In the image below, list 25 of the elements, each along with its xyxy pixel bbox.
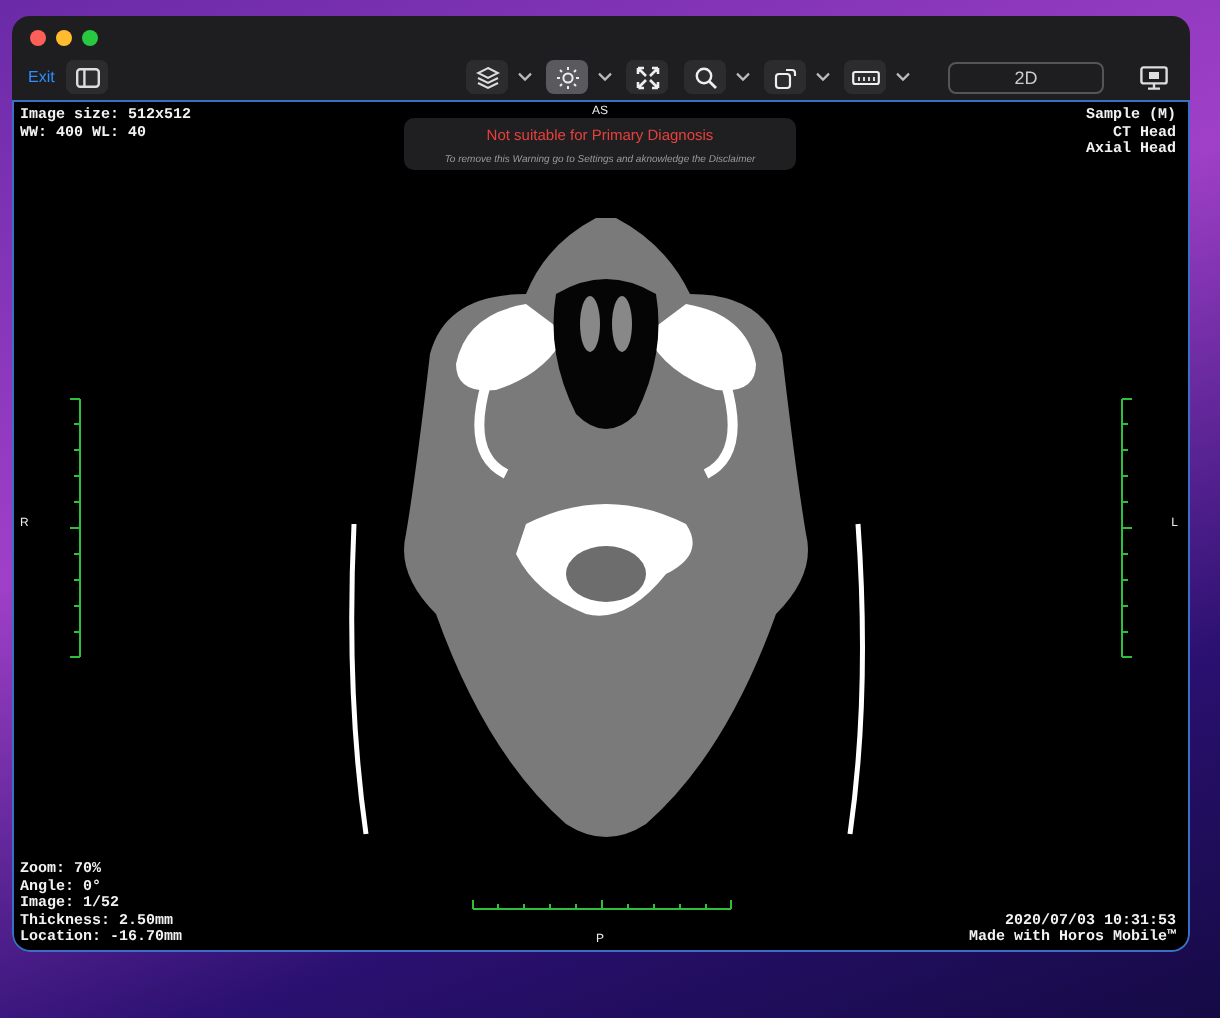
caret-icon[interactable] bbox=[518, 72, 532, 82]
caret-icon[interactable] bbox=[816, 72, 830, 82]
expand-arrows-icon bbox=[635, 65, 659, 89]
view-mode-button[interactable]: 2D bbox=[948, 61, 1104, 93]
ruler-icon bbox=[851, 69, 879, 85]
brightness-tool-button[interactable] bbox=[546, 60, 588, 94]
fit-tool-button[interactable] bbox=[626, 60, 668, 94]
exit-link[interactable]: Exit bbox=[28, 68, 55, 86]
sidebar-toggle-button[interactable] bbox=[66, 60, 109, 94]
search-icon bbox=[693, 65, 717, 89]
minimize-button[interactable] bbox=[56, 30, 72, 46]
caret-icon[interactable] bbox=[896, 72, 910, 82]
caret-icon[interactable] bbox=[736, 72, 750, 82]
zoom-button[interactable] bbox=[82, 30, 98, 46]
monitor-icon bbox=[1139, 65, 1167, 89]
zoom-tool-button[interactable] bbox=[684, 60, 726, 94]
rotate-icon bbox=[773, 65, 797, 89]
layers-tool-button[interactable] bbox=[466, 60, 508, 94]
layers-icon bbox=[475, 65, 499, 89]
sidebar-icon bbox=[75, 67, 100, 87]
caret-icon[interactable] bbox=[598, 72, 612, 82]
rotate-tool-button[interactable] bbox=[764, 60, 806, 94]
sun-icon bbox=[555, 65, 579, 89]
ruler-tool-button[interactable] bbox=[844, 60, 886, 94]
close-button[interactable] bbox=[30, 30, 46, 46]
